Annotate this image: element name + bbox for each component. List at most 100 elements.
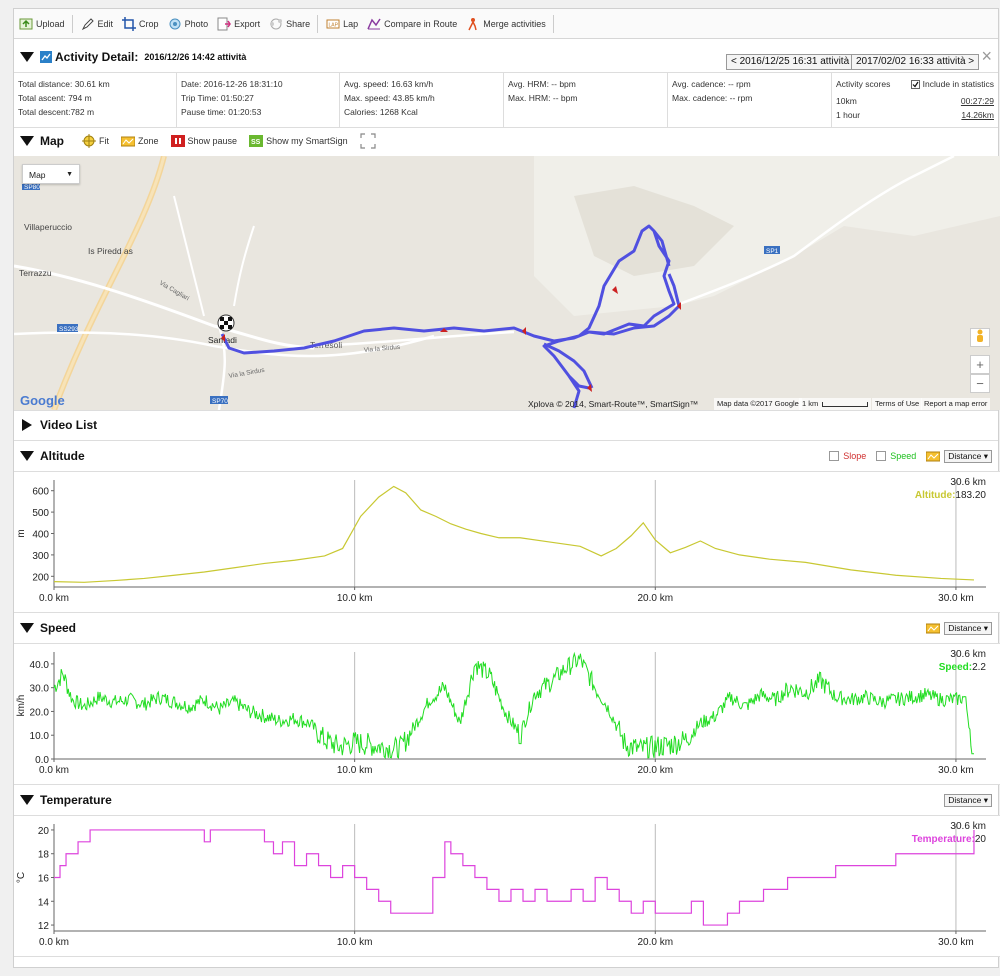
close-icon[interactable]: ×: [981, 46, 992, 67]
speed-checkbox[interactable]: [876, 451, 887, 461]
video-list-title: Video List: [40, 418, 98, 432]
y-tick-label: 400: [32, 530, 49, 541]
series-line: [53, 651, 974, 759]
score-label: 1 hour: [836, 110, 861, 120]
street-label: Via Cagliari: [158, 280, 190, 303]
next-activity-button[interactable]: 2017/02/02 16:33 attività >: [851, 54, 980, 70]
readout-value: 20: [974, 834, 986, 845]
x-tick-label: 0.0 km: [39, 593, 69, 604]
zone-icon: [121, 136, 135, 147]
total-ascent: Total ascent: 794 m: [18, 93, 92, 103]
temperature-xaxis-dropdown[interactable]: Distance ▾: [944, 793, 992, 807]
collapse-triangle-icon[interactable]: [20, 52, 34, 62]
edit-button[interactable]: Edit: [81, 14, 113, 34]
photo-icon: [168, 17, 182, 31]
x-tick-label: 30.0 km: [938, 765, 974, 776]
speed-xaxis-dropdown[interactable]: Distance ▾: [944, 621, 992, 635]
compare-in-route-button[interactable]: Compare in Route: [367, 14, 457, 34]
zone-icon[interactable]: [926, 450, 941, 462]
include-in-statistics-checkbox[interactable]: Include in statistics: [910, 77, 994, 91]
activity-scores-title: Activity scores: [836, 79, 891, 89]
stats-speed-column: Avg. speed: 16.63 km/h Max. speed: 43.85…: [340, 73, 504, 127]
calories: Calories: 1268 Kcal: [344, 107, 418, 117]
lap-button[interactable]: LAP Lap: [326, 14, 358, 34]
collapse-triangle-icon[interactable]: [20, 795, 34, 805]
show-smartsign-button[interactable]: SS Show my SmartSign: [249, 134, 348, 148]
route-map[interactable]: SS293 SP70 SP1 SP80 Villaperuccio Is Pir…: [14, 156, 1000, 410]
score-label: 10km: [836, 96, 857, 106]
x-tick-label: 20.0 km: [638, 937, 674, 948]
collapse-triangle-icon[interactable]: [20, 451, 34, 461]
y-tick-label: 300: [32, 551, 49, 562]
fullscreen-icon: [359, 133, 376, 149]
upload-button[interactable]: Upload: [19, 14, 65, 34]
pause-time: Pause time: 01:20:53: [181, 107, 262, 117]
previous-activity-button[interactable]: < 2016/12/25 16:31 attività: [726, 54, 855, 70]
speed-chart[interactable]: 0.0 10.0 20.0 30.0 40.0 0.0 km 10.0 km 20.0 km 3…: [14, 643, 1000, 785]
lap-icon: LAP: [326, 17, 340, 31]
expand-triangle-icon[interactable]: [22, 419, 32, 431]
video-list-header[interactable]: Video List: [14, 411, 998, 439]
zoom-in-button[interactable]: +: [970, 355, 990, 374]
slope-checkbox[interactable]: [829, 451, 840, 461]
photo-button[interactable]: Photo: [168, 14, 208, 34]
pegman-icon: [977, 329, 983, 342]
terms-of-use-link[interactable]: Terms of Use: [872, 398, 923, 410]
temperature-title: Temperature: [40, 793, 112, 807]
stats-hrm-column: Avg. HRM: -- bpm Max. HRM: -- bpm: [504, 73, 668, 127]
zoom-out-button[interactable]: −: [970, 374, 990, 393]
temperature-chart[interactable]: 12 14 16 18 20 0.0 km 10.0 km 20.0 km 30.0 km °C …: [14, 815, 1000, 957]
map-type-dropdown[interactable]: Map ▼: [22, 164, 80, 184]
crop-icon: [122, 16, 137, 31]
distance-readout: 30.6 km: [950, 821, 986, 832]
altitude-readout: 30.6 km Altitude:183.20: [915, 476, 986, 502]
score-1hour-link[interactable]: 14.26km: [961, 108, 994, 122]
merge-activities-button[interactable]: Merge activities: [466, 14, 546, 34]
altitude-xaxis-dropdown[interactable]: Distance ▾: [944, 449, 992, 463]
y-tick-label: 10.0: [30, 731, 50, 742]
road-label: SS293: [59, 326, 79, 333]
smartsign-icon: SS: [249, 135, 264, 147]
y-axis-label: km/h: [16, 695, 27, 717]
fit-button[interactable]: Fit: [82, 134, 109, 148]
collapse-triangle-icon[interactable]: [20, 136, 34, 146]
series-line: [53, 485, 975, 583]
speed-label: Speed: [890, 451, 917, 461]
temperature-readout: 30.6 km Temperature:20: [912, 820, 986, 846]
share-button[interactable]: Share: [269, 14, 310, 34]
zone-icon[interactable]: [926, 622, 941, 634]
score-10km-link[interactable]: 00:27:29: [961, 94, 994, 108]
x-tick-label: 30.0 km: [938, 593, 974, 604]
export-icon: [217, 17, 231, 31]
map-section-title: Map: [40, 134, 64, 148]
altitude-chart-canvas: 200 300 400 500 600 0.0 km 10.0 km 20.0 km 30.0 …: [16, 480, 986, 604]
readout-value: 183.20: [955, 490, 986, 501]
place-label: Terrazzu: [19, 268, 52, 278]
collapse-triangle-icon[interactable]: [20, 623, 34, 633]
zone-button[interactable]: Zone: [121, 135, 159, 147]
y-tick-label: 600: [32, 487, 49, 498]
x-tick-label: 20.0 km: [638, 593, 674, 604]
svg-text:LAP: LAP: [329, 22, 339, 28]
max-cadence: Max. cadence: -- rpm: [672, 93, 753, 103]
fit-icon: [82, 134, 96, 148]
show-pause-button[interactable]: Show pause: [170, 134, 237, 148]
altitude-chart[interactable]: 200 300 400 500 600 0.0 km 10.0 km 20.0 km 30.0 …: [14, 471, 1000, 613]
crop-button[interactable]: Crop: [122, 14, 159, 34]
max-hrm: Max. HRM: -- bpm: [508, 93, 578, 103]
trip-time: Trip Time: 01:50:27: [181, 93, 254, 103]
y-tick-label: 30.0: [30, 684, 50, 695]
speed-readout: 30.6 km Speed:2.2: [939, 648, 986, 674]
street-view-pegman[interactable]: [970, 328, 990, 347]
activity-detail-title: Activity Detail:: [55, 50, 139, 64]
fullscreen-button[interactable]: [359, 133, 376, 149]
y-tick-label: 20.0: [30, 707, 50, 718]
report-map-error-link[interactable]: Report a map error: [921, 398, 991, 410]
export-button[interactable]: Export: [217, 14, 260, 34]
speed-controls: Distance ▾: [926, 621, 992, 635]
series-line: [54, 829, 975, 926]
edit-icon: [81, 17, 95, 31]
avg-hrm: Avg. HRM: -- bpm: [508, 79, 576, 89]
readout-value: 2.2: [972, 662, 986, 673]
finish-flag-icon[interactable]: [217, 314, 235, 332]
